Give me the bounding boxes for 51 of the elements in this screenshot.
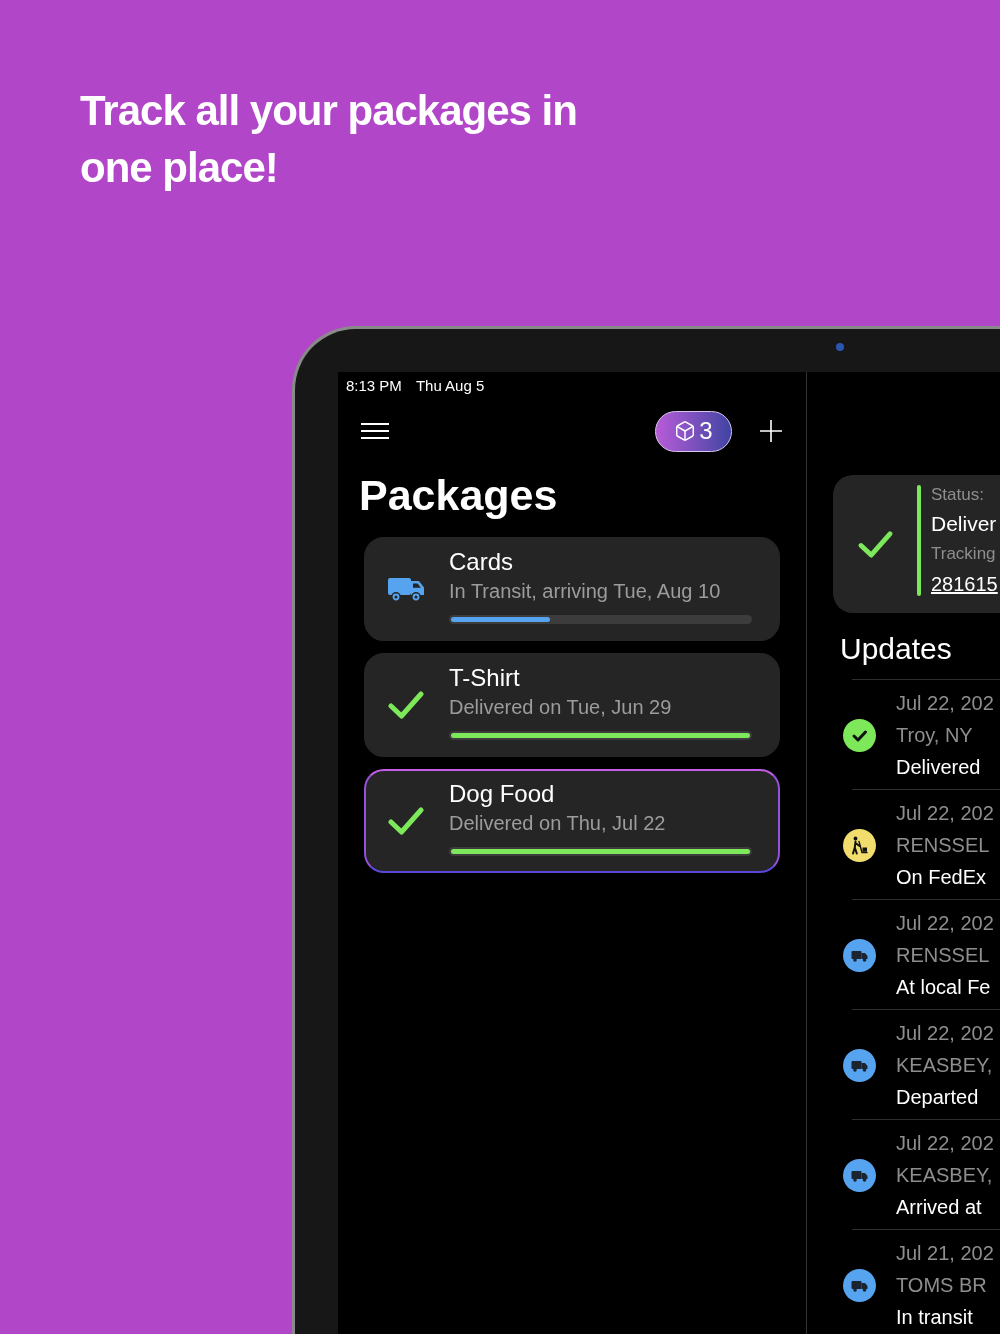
page-title: Packages: [359, 471, 558, 519]
update-date: Jul 21, 202: [896, 1241, 994, 1266]
add-icon[interactable]: [760, 420, 782, 442]
status-date: Thu Aug 5: [415, 375, 485, 396]
truck-circle-icon: [843, 1048, 876, 1082]
update-location: KEASBEY,: [896, 1163, 993, 1188]
headline: Track all your packages in one place!: [80, 86, 578, 193]
check-icon: [388, 691, 424, 719]
update-description: At local Fe: [896, 975, 991, 1000]
check-icon: [858, 530, 893, 558]
update-date: Jul 22, 202: [896, 1131, 994, 1156]
truck-circle-icon: [843, 1268, 876, 1302]
section-title: Updates: [840, 632, 952, 665]
package-name: Dog Food: [449, 778, 555, 809]
update-location: KEASBEY,: [896, 1053, 993, 1078]
update-date: Jul 22, 202: [896, 1021, 994, 1046]
package-status: In Transit, arriving Tue, Aug 10: [449, 578, 721, 604]
update-location: TOMS BR: [896, 1273, 987, 1298]
update-location: RENSSEL: [896, 833, 990, 858]
update-description: Delivered: [896, 755, 981, 780]
update-description: On FedEx: [896, 865, 987, 890]
status-time: 8:13 PM: [346, 375, 402, 396]
update-description: Arrived at: [896, 1195, 982, 1220]
update-date: Jul 22, 202: [896, 691, 994, 716]
package-card[interactable]: Cards In Transit, arriving Tue, Aug 10: [364, 537, 780, 641]
camera-lens-icon: [836, 343, 844, 351]
package-count-button[interactable]: 3: [655, 410, 732, 452]
package-card[interactable]: Dog Food Delivered on Thu, Jul 22: [364, 769, 780, 873]
tracking-number-link[interactable]: 281615: [931, 567, 998, 601]
menu-icon[interactable]: [361, 423, 389, 439]
package-name: T-Shirt: [449, 662, 520, 693]
person-with-hand-truck-icon: [843, 828, 876, 862]
status-value: Deliver: [931, 511, 997, 537]
update-description: Departed: [896, 1085, 979, 1110]
update-date: Jul 22, 202: [896, 911, 994, 936]
update-location: RENSSEL: [896, 943, 990, 968]
update-date: Jul 22, 202: [896, 801, 994, 826]
update-location: Troy, NY: [896, 723, 973, 748]
package-name: Cards: [449, 546, 514, 577]
status-label: Status:: [931, 484, 984, 506]
check-icon: [388, 807, 424, 835]
package-card[interactable]: T-Shirt Delivered on Tue, Jun 29: [364, 653, 780, 757]
truck-circle-icon: [843, 1158, 876, 1192]
cube-icon: [674, 420, 697, 442]
tracking-label: Tracking: [931, 543, 996, 565]
update-description: In transit: [896, 1305, 973, 1330]
check-circle-icon: [843, 718, 876, 752]
package-status: Delivered on Thu, Jul 22: [449, 810, 666, 836]
package-status: Delivered on Tue, Jun 29: [449, 694, 672, 720]
truck-circle-icon: [843, 938, 876, 972]
van-icon: [388, 576, 425, 602]
